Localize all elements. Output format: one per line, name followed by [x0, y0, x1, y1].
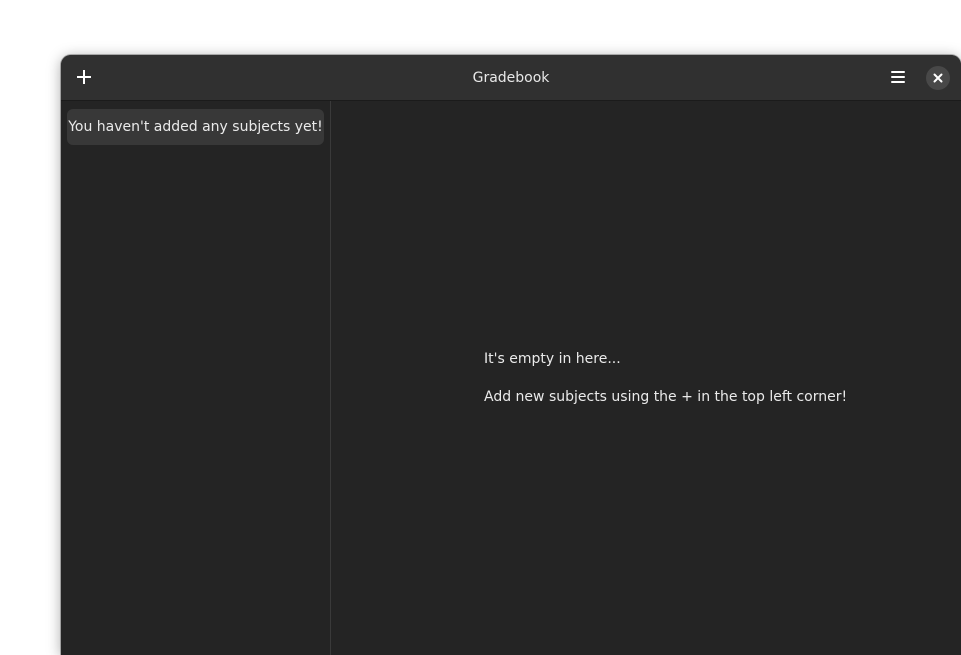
close-icon — [933, 73, 943, 83]
subjects-sidebar: You haven't added any subjects yet! — [61, 101, 331, 655]
main-content: It's empty in here... Add new subjects u… — [331, 101, 961, 655]
main-menu-button[interactable] — [883, 62, 913, 92]
empty-state-hint: Add new subjects using the + in the top … — [484, 389, 848, 405]
plus-icon — [77, 70, 91, 84]
window-title: Gradebook — [472, 70, 550, 86]
close-window-button[interactable] — [926, 66, 950, 90]
no-subjects-message: You haven't added any subjects yet! — [67, 109, 324, 145]
hamburger-menu-icon — [891, 71, 905, 83]
header-bar: Gradebook — [61, 55, 961, 101]
app-window: Gradebook You haven't added any subjects… — [61, 55, 961, 655]
empty-state-title: It's empty in here... — [484, 351, 621, 367]
add-subject-button[interactable] — [69, 62, 99, 92]
